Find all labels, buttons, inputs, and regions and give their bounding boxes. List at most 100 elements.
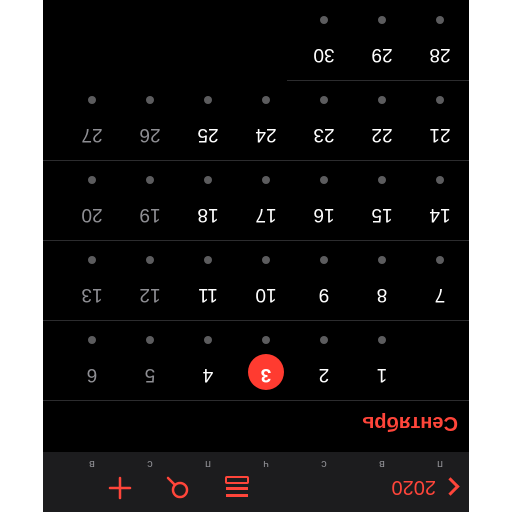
weekday-label: с bbox=[147, 458, 153, 470]
event-dot bbox=[262, 256, 270, 264]
event-dot bbox=[378, 336, 386, 344]
day-number: 30 bbox=[313, 44, 335, 65]
day-cell[interactable]: 25 bbox=[179, 77, 237, 157]
day-cell[interactable]: 19 bbox=[121, 157, 179, 237]
event-dot bbox=[320, 256, 328, 264]
day-cell[interactable]: 13 bbox=[63, 237, 121, 317]
chevron-left-icon bbox=[441, 477, 460, 497]
weekday-header: п в с ч п с в bbox=[43, 452, 469, 472]
event-dot bbox=[262, 176, 270, 184]
day-cell[interactable]: 29 bbox=[353, 0, 411, 77]
day-cell[interactable]: 27 bbox=[63, 77, 121, 157]
day-number: 23 bbox=[313, 124, 335, 145]
event-dot bbox=[378, 176, 386, 184]
day-cell[interactable]: 17 bbox=[237, 157, 295, 237]
day-number: 4 bbox=[202, 364, 214, 385]
day-number: 28 bbox=[429, 44, 451, 65]
day-number: 26 bbox=[139, 124, 161, 145]
day-cell[interactable]: 12 bbox=[121, 237, 179, 317]
weekday-label: п bbox=[437, 458, 443, 470]
day-number: 17 bbox=[255, 204, 277, 225]
day-number: 2 bbox=[318, 364, 330, 385]
day-number: 24 bbox=[255, 124, 277, 145]
event-dot bbox=[262, 336, 270, 344]
day-number: 12 bbox=[139, 284, 161, 305]
day-number: 29 bbox=[371, 44, 393, 65]
day-cell[interactable]: 10 bbox=[237, 237, 295, 317]
event-dot bbox=[436, 256, 444, 264]
calendar-app-window: 2020 п в с ч п с в Сентябрь 1 2 3 4 5 6 … bbox=[43, 0, 469, 512]
day-cell[interactable]: 26 bbox=[121, 77, 179, 157]
day-cell[interactable]: 23 bbox=[295, 77, 353, 157]
day-number: 7 bbox=[434, 284, 446, 305]
list-icon[interactable] bbox=[224, 475, 250, 501]
day-cell[interactable]: 22 bbox=[353, 77, 411, 157]
day-cell[interactable]: 8 bbox=[353, 237, 411, 317]
screenshot-background: 2020 п в с ч п с в Сентябрь 1 2 3 4 5 6 … bbox=[0, 0, 512, 512]
day-number: 22 bbox=[371, 124, 393, 145]
event-dot bbox=[204, 96, 212, 104]
event-dot bbox=[320, 16, 328, 24]
event-dot bbox=[320, 176, 328, 184]
weekday-label: в bbox=[379, 458, 385, 470]
day-number: 13 bbox=[81, 284, 103, 305]
day-number: 21 bbox=[429, 124, 451, 145]
event-dot bbox=[436, 16, 444, 24]
day-number: 8 bbox=[376, 284, 388, 305]
day-cell[interactable]: 11 bbox=[179, 237, 237, 317]
day-cell[interactable]: 30 bbox=[295, 0, 353, 77]
plus-icon[interactable] bbox=[107, 475, 133, 501]
event-dot bbox=[378, 256, 386, 264]
day-cell[interactable]: 20 bbox=[63, 157, 121, 237]
event-dot bbox=[146, 256, 154, 264]
day-number: 6 bbox=[86, 364, 98, 385]
event-dot bbox=[262, 96, 270, 104]
day-cell[interactable]: 14 bbox=[411, 157, 469, 237]
event-dot bbox=[146, 176, 154, 184]
search-icon[interactable] bbox=[165, 475, 191, 501]
day-number: 1 bbox=[376, 364, 388, 385]
rotated-calendar-view: 2020 п в с ч п с в Сентябрь 1 2 3 4 5 6 … bbox=[43, 0, 469, 512]
day-number: 20 bbox=[81, 204, 103, 225]
day-cell[interactable]: 24 bbox=[237, 77, 295, 157]
day-cell-today[interactable]: 3 bbox=[237, 317, 295, 397]
day-number: 18 bbox=[197, 204, 219, 225]
day-cell[interactable]: 21 bbox=[411, 77, 469, 157]
event-dot bbox=[146, 336, 154, 344]
day-cell[interactable]: 9 bbox=[295, 237, 353, 317]
day-cell[interactable]: 6 bbox=[63, 317, 121, 397]
day-cell[interactable]: 4 bbox=[179, 317, 237, 397]
event-dot bbox=[88, 336, 96, 344]
event-dot bbox=[436, 96, 444, 104]
day-cell[interactable]: 18 bbox=[179, 157, 237, 237]
day-cell[interactable]: 5 bbox=[121, 317, 179, 397]
day-number: 16 bbox=[313, 204, 335, 225]
event-dot bbox=[88, 176, 96, 184]
event-dot bbox=[378, 16, 386, 24]
day-number: 9 bbox=[318, 284, 330, 305]
day-cell[interactable]: 2 bbox=[295, 317, 353, 397]
weekday-label: с bbox=[321, 458, 327, 470]
day-number: 19 bbox=[139, 204, 161, 225]
day-number: 15 bbox=[371, 204, 393, 225]
event-dot bbox=[88, 256, 96, 264]
week-separator bbox=[43, 400, 469, 401]
event-dot bbox=[88, 96, 96, 104]
bottom-toolbar: 2020 п в с ч п с в bbox=[43, 452, 469, 512]
day-number: 11 bbox=[198, 284, 218, 305]
event-dot bbox=[436, 176, 444, 184]
day-cell[interactable]: 7 bbox=[411, 237, 469, 317]
weekday-label: в bbox=[89, 458, 95, 470]
event-dot bbox=[146, 96, 154, 104]
weekday-label: п bbox=[205, 458, 211, 470]
event-dot bbox=[320, 96, 328, 104]
event-dot bbox=[204, 256, 212, 264]
day-number: 5 bbox=[144, 364, 156, 385]
year-back-button[interactable]: 2020 bbox=[391, 476, 460, 498]
day-cell[interactable]: 28 bbox=[411, 0, 469, 77]
year-label: 2020 bbox=[391, 476, 437, 498]
day-number: 27 bbox=[81, 124, 103, 145]
day-cell[interactable]: 1 bbox=[353, 317, 411, 397]
day-cell[interactable]: 16 bbox=[295, 157, 353, 237]
day-cell[interactable]: 15 bbox=[353, 157, 411, 237]
